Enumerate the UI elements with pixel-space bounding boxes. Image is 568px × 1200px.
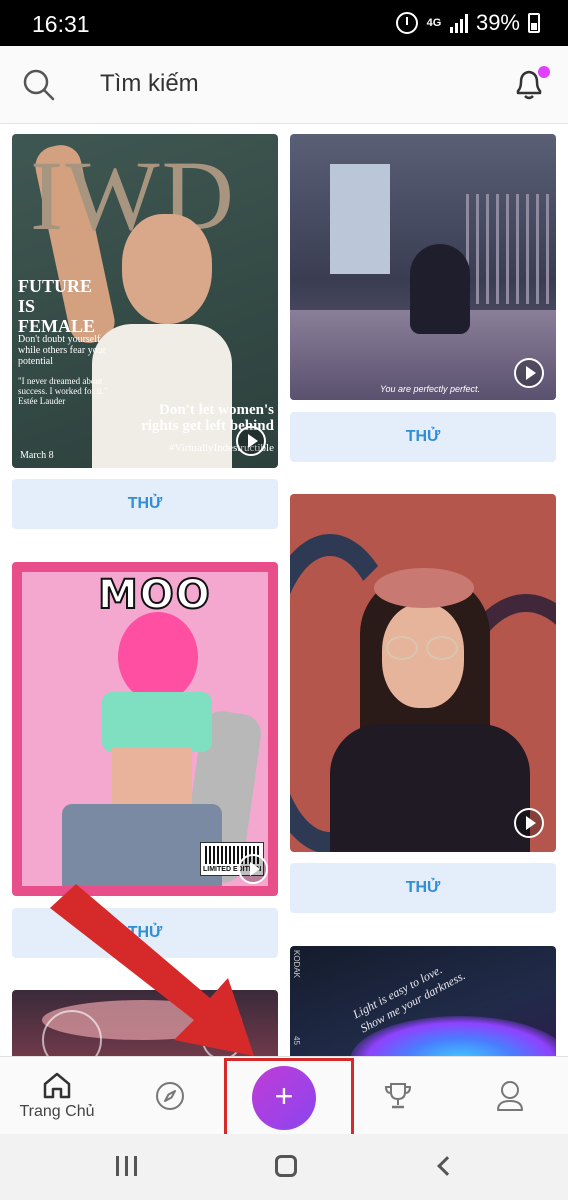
video-play-icon[interactable] [238,854,268,884]
try-button[interactable]: THỬ [290,412,556,462]
template-card-portrait[interactable] [290,494,556,852]
nav-challenges[interactable] [368,1057,428,1135]
card-title: MOO [97,571,212,619]
profile-icon [497,1081,523,1111]
card-headline: FUTURE IS FEMALE [18,276,96,336]
template-card-clouds[interactable] [12,990,278,1056]
battery-icon [528,13,540,33]
card-image-face [122,214,212,324]
card-image-window [330,164,390,274]
top-bar: Tìm kiếm [0,46,568,124]
nav-home[interactable]: Trang Chủ [14,1057,100,1135]
template-card-perfect[interactable]: You are perfectly perfect. [290,134,556,400]
battery-percent: 39% [475,10,520,35]
card-image-beret [374,568,474,608]
template-card-galaxy[interactable]: KODAK 45 Light is easy to love. Show me … [290,946,556,1056]
card-image-hair [118,612,198,702]
video-play-icon[interactable] [514,358,544,388]
card-image-shirt [330,724,530,852]
compass-icon [156,1082,184,1110]
card-quote: "I never dreamed about success. I worked… [18,376,108,406]
template-card-moo[interactable]: MOO LIMITED EDITION [12,562,278,896]
status-bar: 16:31 4G 39% [0,0,568,46]
card-date: March 8 [20,450,54,461]
system-navigation-bar [0,1134,568,1200]
nav-profile[interactable] [480,1057,540,1135]
search-icon[interactable] [22,68,56,102]
nav-explore[interactable] [140,1057,200,1135]
signal-icon [449,13,468,33]
card-image-jeans [62,804,222,886]
card-side-text: KODAK [292,950,301,979]
trophy-icon [384,1083,412,1109]
card-image-bubble [202,1020,242,1056]
nav-home-label: Trang Chủ [19,1103,95,1120]
card-image-glasses [386,636,462,660]
card-subtext: Don't doubt yourself while others fear y… [18,334,107,367]
home-icon [43,1072,71,1099]
try-button[interactable]: THỬ [290,863,556,913]
card-image-person [410,244,470,334]
network-type: 4G [426,17,442,29]
card-image-top [102,692,212,752]
card-image-body [112,747,192,807]
status-time: 16:31 [32,11,90,37]
recents-icon[interactable] [116,1156,140,1176]
notification-dot [538,66,550,78]
search-field[interactable]: Tìm kiếm [100,70,199,98]
home-button-icon[interactable] [275,1155,297,1177]
template-feed[interactable]: IWD FUTURE IS FEMALE Don't doubt yoursel… [0,124,568,1056]
card-image-railing [466,194,556,304]
card-side-text: 45 [292,1036,301,1045]
status-indicators: 4G 39% [395,10,540,36]
alarm-icon [395,12,418,34]
video-play-icon[interactable] [514,808,544,838]
try-button[interactable]: THỬ [12,908,278,958]
try-button[interactable]: THỬ [12,479,278,529]
back-icon[interactable] [437,1156,457,1176]
card-image-background: MOO LIMITED EDITION [22,571,268,886]
video-play-icon[interactable] [236,426,266,456]
annotation-highlight-box [224,1058,354,1142]
template-card-iwd[interactable]: IWD FUTURE IS FEMALE Don't doubt yoursel… [12,134,278,468]
card-caption: You are perfectly perfect. [380,384,481,394]
